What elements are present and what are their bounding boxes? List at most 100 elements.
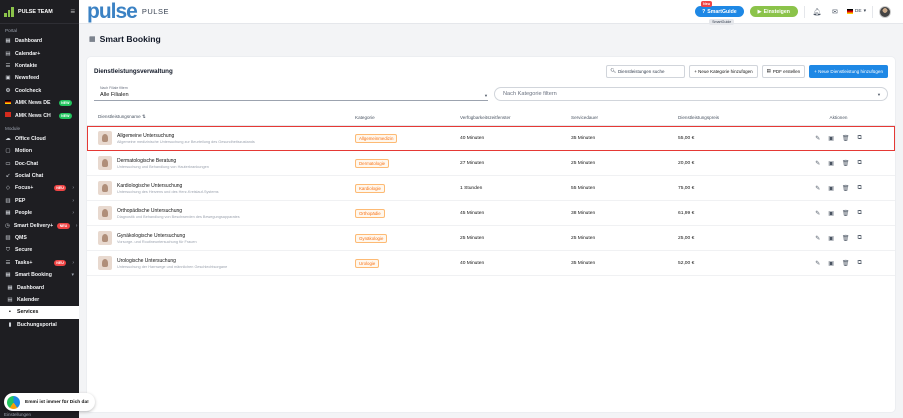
open-external-icon[interactable]: ⧉ xyxy=(858,235,862,242)
table-row[interactable]: Urologische Untersuchung Untersuchung de… xyxy=(87,251,895,276)
einsteigen-button[interactable]: ▶ Einsteigen xyxy=(749,6,798,17)
sidebar-item-services[interactable]: ▪ Services xyxy=(0,306,79,319)
open-external-icon[interactable]: ⧉ xyxy=(858,260,862,267)
sidebar-item-newsfeed[interactable]: ▣ Newsfeed xyxy=(0,72,79,84)
play-icon: ▶ xyxy=(757,8,762,15)
sidebar-item-dashboard[interactable]: ▦ Dashboard xyxy=(0,281,79,293)
brand-logo[interactable]: pulse PULSE xyxy=(87,1,169,22)
sidebar-item-motion[interactable]: ▢ Motion xyxy=(0,145,79,157)
sidebar-item-office-cloud[interactable]: ☁ Office Cloud xyxy=(0,133,79,145)
focus-icon: ◇ xyxy=(5,185,11,192)
new-badge: NEU xyxy=(53,259,67,266)
edit-icon[interactable]: ✎ xyxy=(815,235,820,242)
sidebar-item-dashboard[interactable]: ▦ Dashboard xyxy=(0,35,79,47)
smartguide-label: SmartGuide xyxy=(707,8,737,15)
qms-icon: ▨ xyxy=(5,235,11,242)
add-category-button[interactable]: + Neue Kategorie hinzufügen xyxy=(689,64,758,78)
sidebar-item-smart-delivery[interactable]: ◷ Smart Delivery+ NEU › xyxy=(0,219,79,231)
delete-icon[interactable]: 🗑︎ xyxy=(842,185,850,192)
header-name[interactable]: Dienstleistungsname ⇅ xyxy=(98,114,355,120)
service-description: Untersuchung und Behandlung von Hauterkr… xyxy=(117,164,209,169)
search-placeholder: Dienstleistungen suche xyxy=(617,68,665,74)
category-badge: Orthopädie xyxy=(355,208,385,218)
edit-icon[interactable]: ✎ xyxy=(815,210,820,217)
delete-icon[interactable]: 🗑︎ xyxy=(842,135,850,142)
bell-icon[interactable]: 🔔︎ xyxy=(811,8,823,16)
open-external-icon[interactable]: ⧉ xyxy=(858,135,862,142)
save-icon[interactable]: ▣ xyxy=(828,260,834,267)
save-icon[interactable]: ▣ xyxy=(828,210,834,217)
language-selector[interactable]: DE ▾ xyxy=(846,9,866,14)
table-row[interactable]: Allgemeine Untersuchung Allgemeine mediz… xyxy=(87,126,895,151)
delete-icon[interactable]: 🗑︎ xyxy=(842,260,850,267)
portal-icon: ▮ xyxy=(8,321,12,328)
search-input[interactable]: 🔍︎ Dienstleistungen suche xyxy=(606,64,686,78)
delete-icon[interactable]: 🗑︎ xyxy=(842,210,850,217)
chevron-down-icon: ▼ xyxy=(877,91,881,97)
service-name: Kardiologische Untersuchung xyxy=(117,182,183,189)
sidebar-settings-link[interactable]: Einstellungen xyxy=(4,412,31,417)
sidebar-item-secure[interactable]: ⛉ Secure xyxy=(0,244,79,256)
sidebar-item-doc-chat[interactable]: ▭ Doc-Chat xyxy=(0,158,79,170)
save-icon[interactable]: ▣ xyxy=(828,160,834,167)
table-row[interactable]: Orthopädische Untersuchung Diagnostik un… xyxy=(87,201,895,226)
sidebar-item-amk-news-ch[interactable]: AMK News CH NEW xyxy=(0,109,79,121)
add-service-button[interactable]: + Neue Dienstleistung hinzufügen xyxy=(809,64,888,78)
service-thumbnail xyxy=(98,156,112,170)
topbar-divider xyxy=(872,5,873,18)
sidebar-item-smart-booking[interactable]: ▦ Smart Booking ▾ xyxy=(0,269,79,281)
table-row[interactable]: Gynäkologische Untersuchung Vorsorge- un… xyxy=(87,226,895,251)
menu-toggle-icon[interactable]: ≡ xyxy=(70,7,75,16)
open-external-icon[interactable]: ⧉ xyxy=(858,185,862,192)
sidebar-item-pep[interactable]: ▥ PEP › xyxy=(0,195,79,207)
smartguide-button[interactable]: Neu ? SmartGuide SmartGuide xyxy=(695,1,744,25)
sidebar-title: PULSE TEAM xyxy=(18,8,53,15)
people-icon: ▦ xyxy=(5,210,11,217)
table-row[interactable]: Dermatologische Beratung Untersuchung un… xyxy=(87,151,895,176)
sidebar-item-label: Services xyxy=(17,309,39,316)
sidebar-item-label: Secure xyxy=(15,247,33,254)
branch-filter-select[interactable]: Nach Filiale filtern Alle Filialen ▼ xyxy=(94,86,488,101)
edit-icon[interactable]: ✎ xyxy=(815,260,820,267)
category-badge: Allgemeinmedizin xyxy=(355,133,398,143)
sidebar-item-label: PEP xyxy=(15,197,26,204)
edit-icon[interactable]: ✎ xyxy=(815,135,820,142)
edit-icon[interactable]: ✎ xyxy=(815,185,820,192)
sidebar-item-calendar[interactable]: ▤ Calendar+ xyxy=(0,47,79,59)
create-pdf-button[interactable]: ▤ PDF erstellen xyxy=(761,64,806,78)
sidebar-item-social-chat[interactable]: ↙ Social Chat xyxy=(0,170,79,182)
news-icon: ▣ xyxy=(5,75,11,82)
card-title: Dienstleistungsverwaltung xyxy=(94,67,173,75)
sidebar-item-kalender[interactable]: ▤ Kalender xyxy=(0,294,79,306)
delete-icon[interactable]: 🗑︎ xyxy=(842,235,850,242)
save-icon[interactable]: ▣ xyxy=(828,135,834,142)
open-external-icon[interactable]: ⧉ xyxy=(858,160,862,167)
sidebar-item-tasks[interactable]: ☰ Tasks+ NEU › xyxy=(0,257,79,269)
save-icon[interactable]: ▣ xyxy=(828,235,834,242)
sidebar-item-people[interactable]: ▦ People › xyxy=(0,207,79,219)
sidebar-item-kontakte[interactable]: ☰ Kontakte xyxy=(0,60,79,72)
sidebar-item-qms[interactable]: ▨ QMS xyxy=(0,232,79,244)
flag-de-icon xyxy=(5,99,11,107)
chat-widget[interactable]: Emmi ist immer für Dich da! xyxy=(4,393,95,411)
service-cell: Gynäkologische Untersuchung Vorsorge- un… xyxy=(98,231,355,245)
category-filter-select[interactable]: Nach Kategorie filtern ▼ xyxy=(494,87,888,101)
sidebar-item-amk-news-de[interactable]: AMK News DE NEW xyxy=(0,97,79,109)
sidebar-item-focus[interactable]: ◇ Focus+ NEU › xyxy=(0,182,79,194)
edit-icon[interactable]: ✎ xyxy=(815,160,820,167)
sidebar-item-coolcheck[interactable]: ❂ Coolcheck xyxy=(0,85,79,97)
mail-icon[interactable]: ✉ xyxy=(829,8,841,16)
user-avatar[interactable] xyxy=(879,5,891,18)
sidebar-item-label: Smart Delivery+ xyxy=(13,222,54,229)
sidebar-item-label: Kalender xyxy=(17,297,40,303)
service-name: Allgemeine Untersuchung xyxy=(117,132,175,139)
sort-icon[interactable]: ⇅ xyxy=(142,114,146,119)
header-availability: Verfügbarkeitszeitfenster xyxy=(460,114,511,120)
sidebar-item-buchungsportal[interactable]: ▮ Buchungsportal xyxy=(0,319,79,331)
chevron-down-icon: ▼ xyxy=(484,93,488,98)
delete-icon[interactable]: 🗑︎ xyxy=(842,160,850,167)
save-icon[interactable]: ▣ xyxy=(828,185,834,192)
table-row[interactable]: Kardiologische Untersuchung Untersuchung… xyxy=(87,176,895,201)
open-external-icon[interactable]: ⧉ xyxy=(858,210,862,217)
actions-cell: ✎ ▣ 🗑︎ ⧉ xyxy=(782,260,895,267)
